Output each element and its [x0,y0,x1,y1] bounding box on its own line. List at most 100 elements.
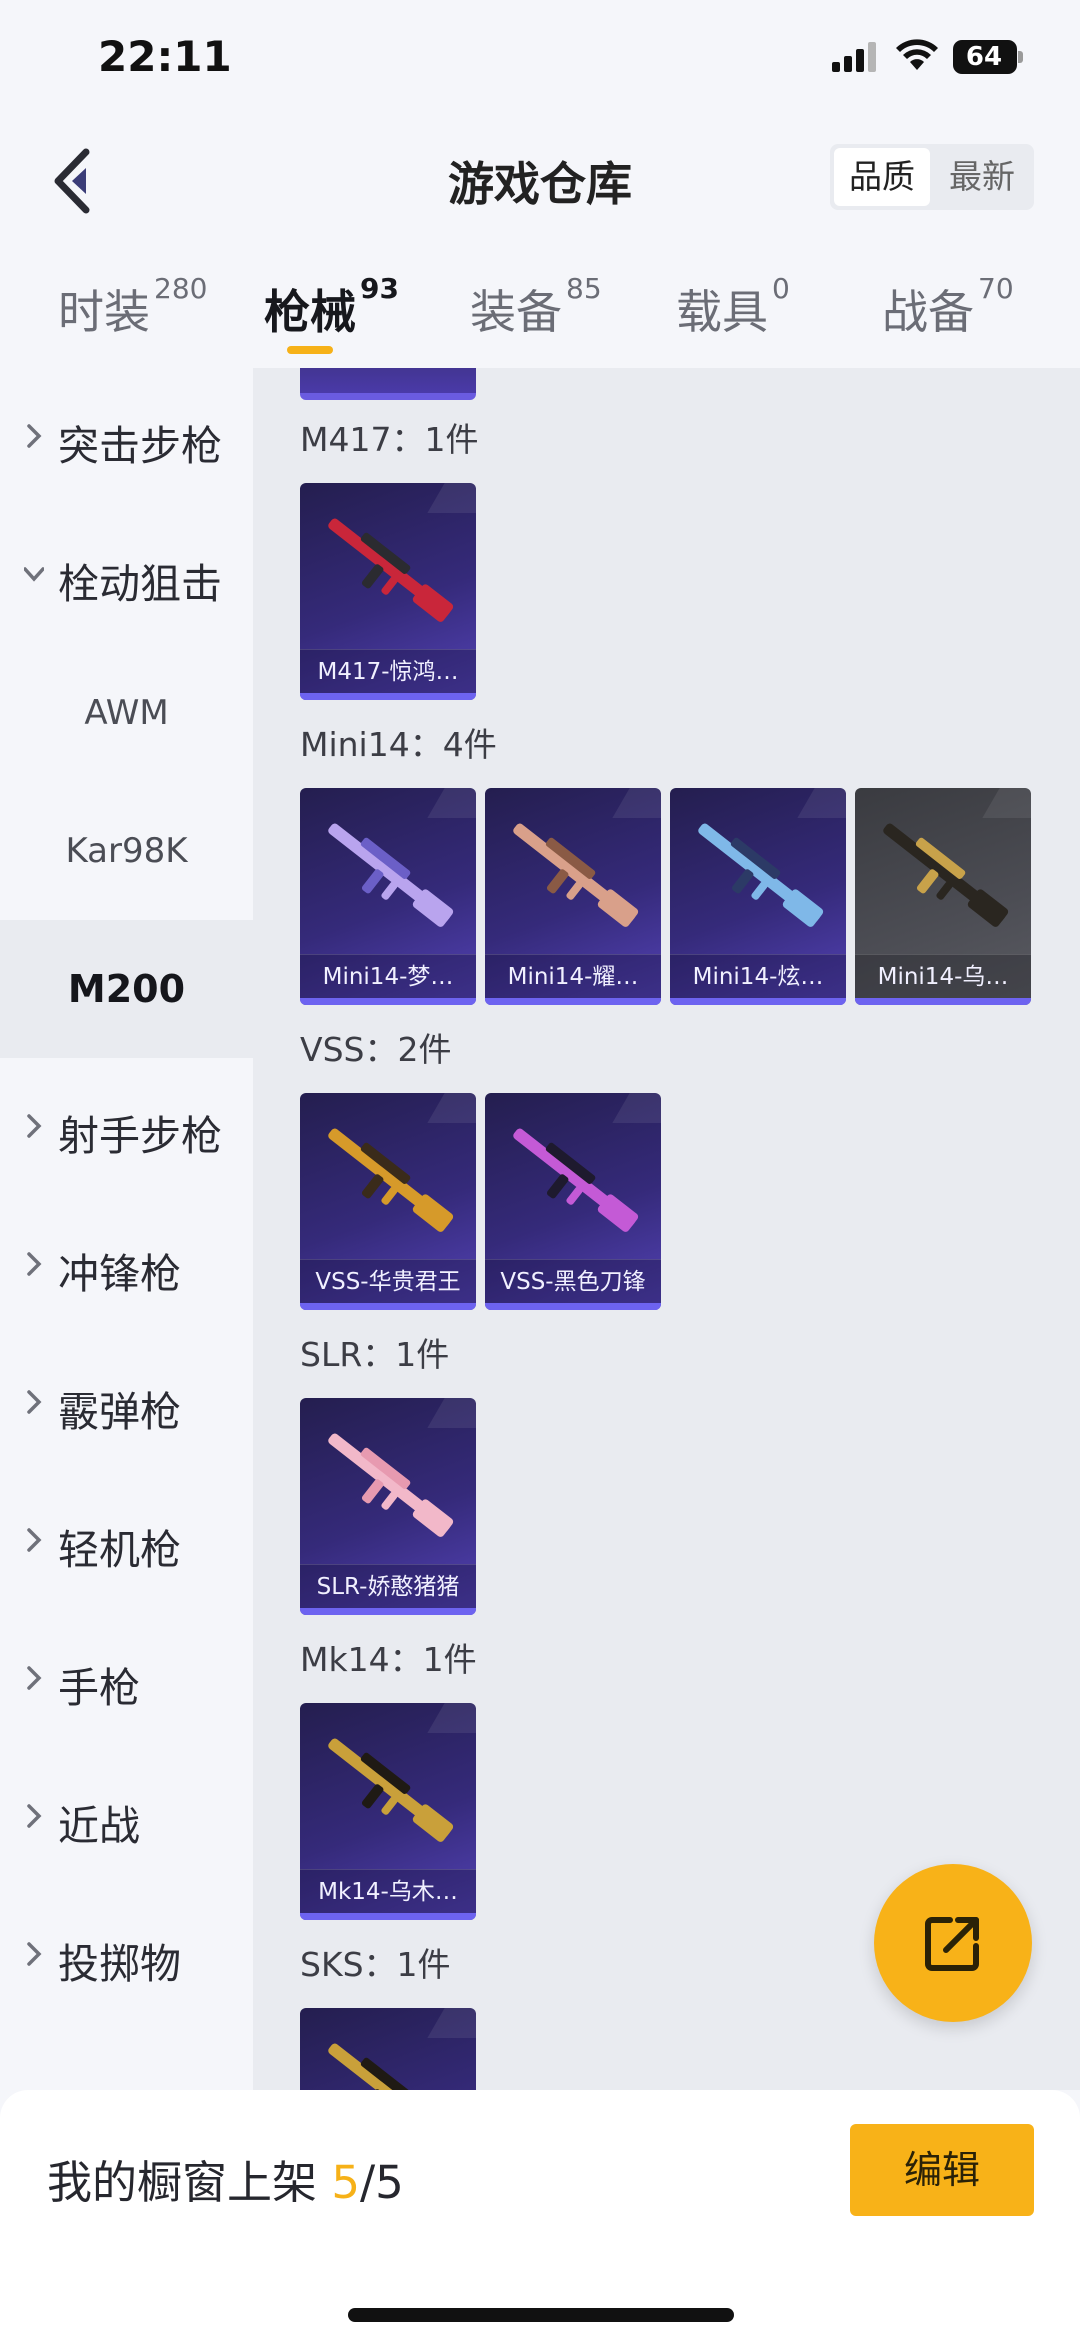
sidebar-item-label: 霰弹枪 [58,1388,181,1436]
edit-button[interactable]: 编辑 [850,2124,1034,2216]
chevron-down-icon [24,567,44,582]
tab-count: 280 [154,272,208,305]
skin-card-cut-off[interactable] [300,368,476,400]
sidebar-item-label: 手枪 [58,1664,140,1712]
skin-card[interactable]: VSS-华贵君王 [300,1093,476,1310]
sidebar-item-label: 冲锋枪 [58,1250,181,1298]
battery-level: 64 [965,42,1003,72]
sidebar-item-label: 轻机枪 [58,1526,181,1574]
rifle-icon [883,823,1009,927]
skin-card[interactable]: VSS-黑色刀锋 [485,1093,661,1310]
cellular-signal-icon [832,42,876,72]
tab-supplies[interactable]: 战备 70 [882,272,1014,342]
section-label: SKS：1件 [300,1945,451,1984]
rifle-icon [328,823,454,927]
skin-card-name: Mk14-乌木… [300,1869,476,1913]
chevron-right-icon [27,1252,42,1276]
sort-quality-option[interactable]: 品质 [834,148,930,206]
rifle-icon [513,1128,639,1232]
section-label: VSS：2件 [300,1030,452,1069]
sort-newest-option[interactable]: 最新 [934,148,1030,206]
sidebar-item-assault-rifle[interactable]: 突击步枪 [0,368,253,506]
tab-count: 70 [978,272,1014,305]
rifle-icon [328,2043,451,2090]
category-tabs: 时装 280 枪械 93 装备 85 载具 0 战备 70 [0,262,1080,368]
sidebar-subitem-awm[interactable]: AWM [0,644,253,782]
showcase-status: 我的橱窗上架 5/5 [47,2146,404,2211]
skin-card[interactable]: Mini14-炫… [670,788,846,1005]
chevron-right-icon [27,1390,42,1414]
skin-card[interactable]: Mini14-乌… [855,788,1031,1005]
section-label: M417：1件 [300,420,479,459]
section-label: SLR：1件 [300,1335,450,1374]
skin-card-name: Mini14-炫… [670,954,846,998]
rifle-icon [328,1738,454,1842]
tab-label: 枪械 [264,285,356,339]
tab-count: 85 [566,272,602,305]
sidebar-item-pistol[interactable]: 手枪 [0,1610,253,1748]
chevron-right-icon [27,424,42,448]
section-label: Mini14：4件 [300,725,497,764]
tab-vehicles[interactable]: 载具 0 [676,272,790,342]
sidebar-item-lmg[interactable]: 轻机枪 [0,1472,253,1610]
home-indicator[interactable] [348,2308,734,2322]
skin-card[interactable]: Mk14-乌木… [300,1703,476,1920]
sidebar-item-label: 射手步枪 [58,1112,222,1160]
rifle-icon [513,823,639,927]
sidebar-item-bolt-sniper[interactable]: 栓动狙击 [0,506,253,644]
rifle-icon [328,1433,454,1537]
chevron-right-icon [27,1528,42,1552]
skin-list[interactable]: M417：1件 M417-惊鸿… Mini14：4件 Mini14-梦… Mini14-… [253,368,1080,2090]
skin-card[interactable]: M417-惊鸿… [300,483,476,700]
sort-toggle: 品质 最新 [830,144,1034,210]
tab-equipment[interactable]: 装备 85 [470,272,602,342]
tab-count: 93 [360,272,399,305]
status-bar: 22:11 64 [0,0,1080,120]
skin-card-name: Mini14-耀… [485,954,661,998]
battery-icon: 64 [953,40,1023,74]
tab-label: 载具 [676,285,768,339]
chevron-right-icon [27,1114,42,1138]
showcase-total-count: /5 [359,2156,404,2209]
skin-card[interactable]: SLR-娇憨猪猪 [300,1398,476,1615]
tab-label: 战备 [882,285,974,339]
sidebar-item-label: 栓动狙击 [58,560,222,608]
bottom-bar: 我的橱窗上架 5/5 编辑 [0,2090,1080,2339]
rifle-icon [328,1128,454,1232]
tab-count: 0 [772,272,790,305]
skin-card-name: Mini14-梦… [300,954,476,998]
active-tab-indicator [287,346,333,354]
skin-card[interactable]: Mini14-梦… [300,788,476,1005]
share-button[interactable] [874,1864,1032,2022]
tab-label: 时装 [58,285,150,339]
sidebar-item-label: 投掷物 [58,1940,181,1988]
rifle-icon [328,518,454,622]
skin-card[interactable]: Mini14-耀… [485,788,661,1005]
skin-card-name: SLR-娇憨猪猪 [300,1564,476,1608]
sidebar-subitem-kar98k[interactable]: Kar98K [0,782,253,920]
skin-card-name: VSS-华贵君王 [300,1259,476,1303]
skin-card-name: M417-惊鸿… [300,649,476,693]
sidebar-subitem-m200[interactable]: M200 [0,920,253,1058]
chevron-right-icon [27,1804,42,1828]
skin-card[interactable] [300,2008,476,2090]
tab-label: 装备 [470,285,562,339]
skin-card-name: VSS-黑色刀锋 [485,1259,661,1303]
header: 游戏仓库 品质 最新 [0,120,1080,240]
sidebar-item-smg[interactable]: 冲锋枪 [0,1196,253,1334]
sidebar-item-label: 突击步枪 [58,422,222,470]
wifi-icon [896,39,938,70]
share-export-icon [925,1917,979,1971]
section-label: Mk14：1件 [300,1640,477,1679]
sidebar-item-shotgun[interactable]: 霰弹枪 [0,1334,253,1472]
sidebar-item-label: 近战 [58,1802,140,1850]
rifle-icon [698,823,824,927]
chevron-right-icon [27,1942,42,1966]
sidebar-item-melee[interactable]: 近战 [0,1748,253,1886]
showcase-current-count: 5 [331,2156,360,2209]
tab-fashion[interactable]: 时装 280 [58,272,207,342]
tab-guns[interactable]: 枪械 93 [264,272,399,342]
sidebar-item-throwable[interactable]: 投掷物 [0,1886,253,2024]
skin-card-name: Mini14-乌… [855,954,1031,998]
sidebar-item-marksman-rifle[interactable]: 射手步枪 [0,1058,253,1196]
